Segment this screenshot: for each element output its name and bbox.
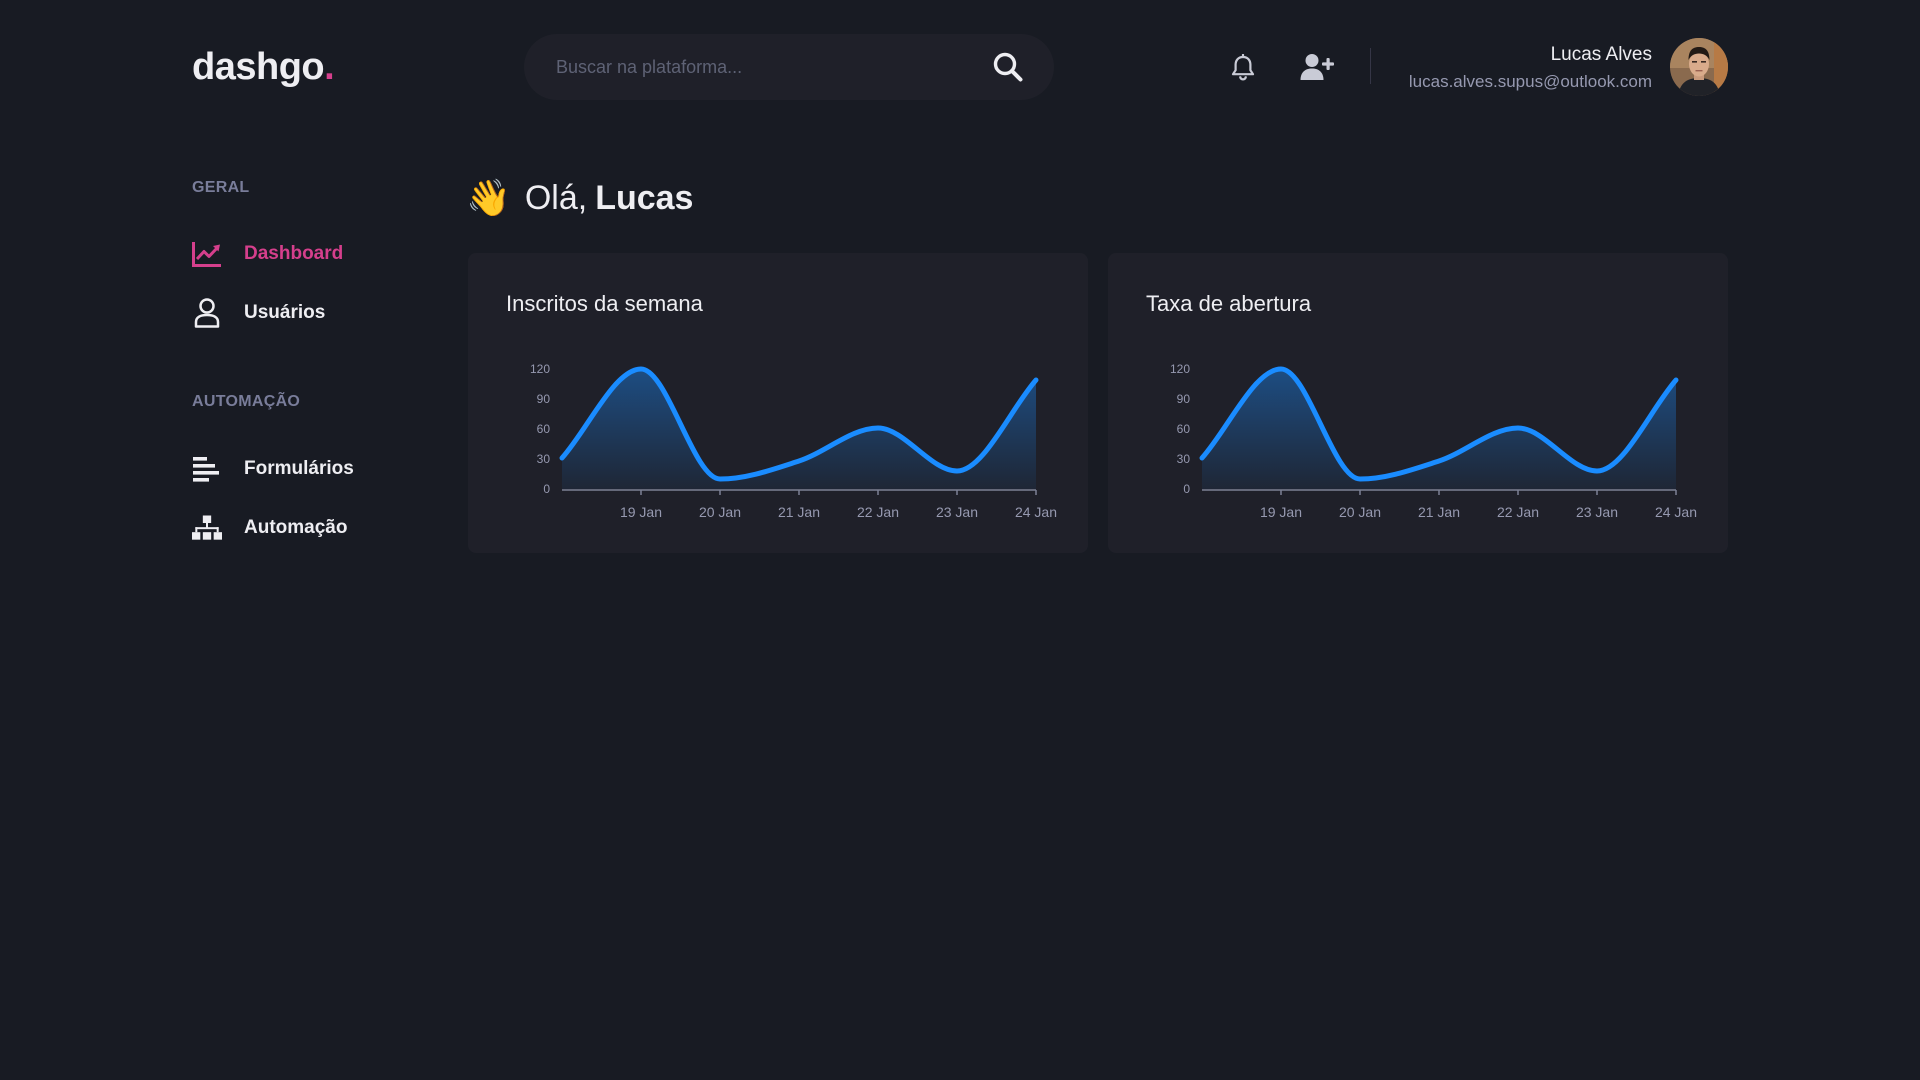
logo-dot: . [324,46,335,88]
profile-email: lucas.alves.supus@outlook.com [1408,72,1652,91]
x-tick-label: 21 Jan [1418,504,1460,520]
chart-card-inscritos: Inscritos da semana 0 30 60 90 120 19 Jan 20 J… [468,253,1088,553]
sidebar-section-title: GERAL [192,179,250,196]
x-tick-label: 24 Jan [1015,504,1057,520]
x-tick-label: 20 Jan [1339,504,1381,520]
logo-text: dashgo [192,46,325,88]
y-tick-label: 60 [1177,422,1191,436]
y-tick-label: 60 [537,422,551,436]
greeting-name: Lucas [595,178,694,217]
form-lines-icon [192,454,222,484]
area-chart: 0 30 60 90 120 19 Jan 20 Jan 21 Jan 22 Jan 23 Jan… [530,362,1057,520]
search-bar [524,34,1054,100]
hierarchy-icon [192,513,222,543]
waving-hand-emoji: 👋 [466,177,511,218]
header: dashgo. Lucas Alves lucas.alves.supus@ou… [192,34,1728,100]
user-icon [192,298,222,328]
y-tick-label: 0 [543,482,550,496]
y-tick-label: 30 [1177,452,1191,466]
sidebar-section-title: AUTOMAÇÃO [192,393,301,410]
search-icon[interactable] [992,51,1024,83]
bell-icon[interactable] [1230,53,1256,82]
area-chart: 0 30 60 90 120 19 Jan 20 Jan 21 Jan 22 Jan 23 Jan… [1170,362,1697,520]
sidebar-item-formularios[interactable]: Formulários [192,452,432,486]
search-input[interactable] [554,34,974,100]
y-tick-label: 30 [537,452,551,466]
x-tick-label: 21 Jan [778,504,820,520]
sidebar-item-usuarios[interactable]: Usuários [192,296,432,330]
sidebar-item-label: Usuários [244,302,326,323]
sidebar-item-label: Automação [244,517,348,538]
sidebar-item-label: Dashboard [244,243,344,264]
x-tick-label: 23 Jan [1576,504,1618,520]
x-tick-label: 19 Jan [620,504,662,520]
x-tick-label: 23 Jan [936,504,978,520]
x-tick-label: 22 Jan [857,504,899,520]
greeting-prefix: Olá, [524,178,588,217]
y-tick-label: 0 [1183,482,1190,496]
y-tick-label: 90 [537,392,551,406]
logo[interactable]: dashgo. [192,46,335,89]
header-divider [1370,48,1371,84]
x-tick-label: 22 Jan [1497,504,1539,520]
x-tick-label: 24 Jan [1655,504,1697,520]
page-title: 👋 Olá, Lucas [466,176,693,220]
user-add-icon[interactable] [1300,52,1334,82]
avatar[interactable] [1670,38,1728,96]
sidebar-item-dashboard[interactable]: Dashboard [192,237,432,271]
x-tick-label: 19 Jan [1260,504,1302,520]
x-tick-label: 20 Jan [699,504,741,520]
sidebar-item-automacao[interactable]: Automação [192,511,432,545]
y-tick-label: 120 [530,362,550,376]
sidebar-item-label: Formulários [244,458,354,479]
chart-line-icon [192,239,222,269]
chart-card-taxa-abertura: Taxa de abertura 0 30 60 90 120 19 Jan 20 Jan 2… [1108,253,1728,553]
y-tick-label: 120 [1170,362,1190,376]
profile-name: Lucas Alves [1550,44,1652,65]
y-tick-label: 90 [1177,392,1191,406]
